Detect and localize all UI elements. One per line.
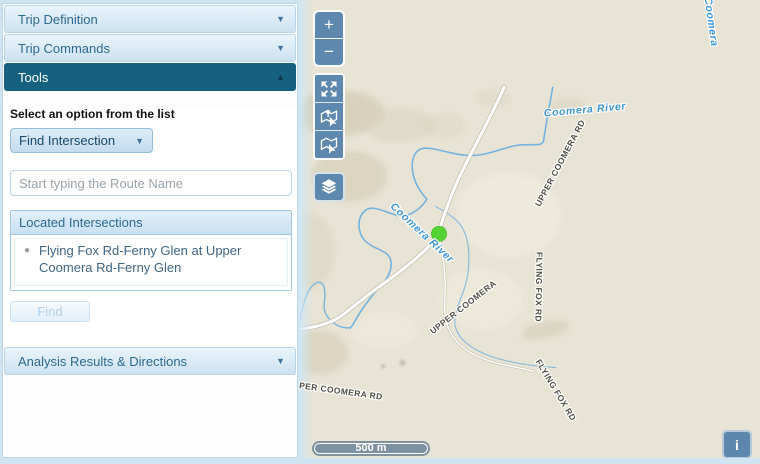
intersection-text: Flying Fox Rd-Ferny Glen at Upper Coomer… [39, 243, 283, 281]
located-intersections-header: Located Intersections [11, 211, 291, 235]
tool-select-value: Find Intersection [19, 133, 115, 148]
zoom-to-selection-button[interactable] [315, 103, 343, 130]
chevron-down-icon: ▼ [276, 356, 285, 366]
chevron-down-icon: ▼ [276, 43, 285, 53]
scale-bar-label: 500 m [312, 442, 430, 454]
located-intersections-box: Located Intersections ● Flying Fox Rd-Fe… [10, 210, 292, 291]
select-option-label: Select an option from the list [10, 107, 297, 121]
panel-tools-label: Tools [18, 70, 48, 85]
terrain-light-patches [351, 172, 561, 348]
sidebar: Trip Definition ▼ Trip Commands ▼ Tools … [2, 3, 298, 458]
zoom-in-button[interactable]: + [315, 12, 343, 38]
full-extent-button[interactable] [315, 75, 343, 102]
info-button[interactable]: i [722, 430, 752, 458]
panel-analysis-results[interactable]: Analysis Results & Directions ▼ [4, 347, 296, 375]
terrain-dots [381, 360, 405, 369]
zoom-out-button[interactable]: − [315, 39, 343, 65]
map-canvas[interactable]: UPPER COOMERA RD UPPER COOMERA PER COOME… [298, 0, 760, 458]
tool-select-dropdown[interactable]: Find Intersection ▼ [10, 128, 153, 153]
tools-panel-content: Select an option from the list Find Inte… [3, 107, 297, 346]
map-tool-group [313, 73, 345, 160]
layers-button[interactable] [313, 172, 345, 202]
route-name-input[interactable] [10, 170, 292, 196]
full-extent-icon [319, 79, 339, 99]
panel-trip-definition[interactable]: Trip Definition ▼ [4, 5, 296, 33]
layers-icon [318, 176, 340, 198]
zoom-to-selection-icon [319, 107, 339, 127]
zoom-control: + − [313, 10, 345, 67]
panel-trip-definition-label: Trip Definition [18, 12, 98, 27]
info-icon: i [735, 437, 739, 453]
located-intersections-list: ● Flying Fox Rd-Ferny Glen at Upper Coom… [11, 235, 291, 290]
panel-trip-commands-label: Trip Commands [18, 41, 110, 56]
panel-tools[interactable]: Tools ▲ [4, 63, 296, 91]
panel-trip-commands[interactable]: Trip Commands ▼ [4, 34, 296, 62]
clear-selection-icon [319, 135, 339, 155]
road-label-flying-fox-1: FLYING FOX RD [533, 252, 544, 322]
list-item[interactable]: ● Flying Fox Rd-Ferny Glen at Upper Coom… [14, 238, 288, 286]
find-button[interactable]: Find [10, 301, 90, 322]
chevron-down-icon: ▼ [135, 136, 144, 146]
panel-analysis-results-label: Analysis Results & Directions [18, 354, 187, 369]
bullet-icon: ● [24, 243, 30, 281]
chevron-down-icon: ▼ [276, 14, 285, 24]
scale-bar: 500 m [312, 441, 430, 456]
chevron-up-icon: ▲ [276, 72, 285, 82]
clear-selection-button[interactable] [315, 131, 343, 158]
